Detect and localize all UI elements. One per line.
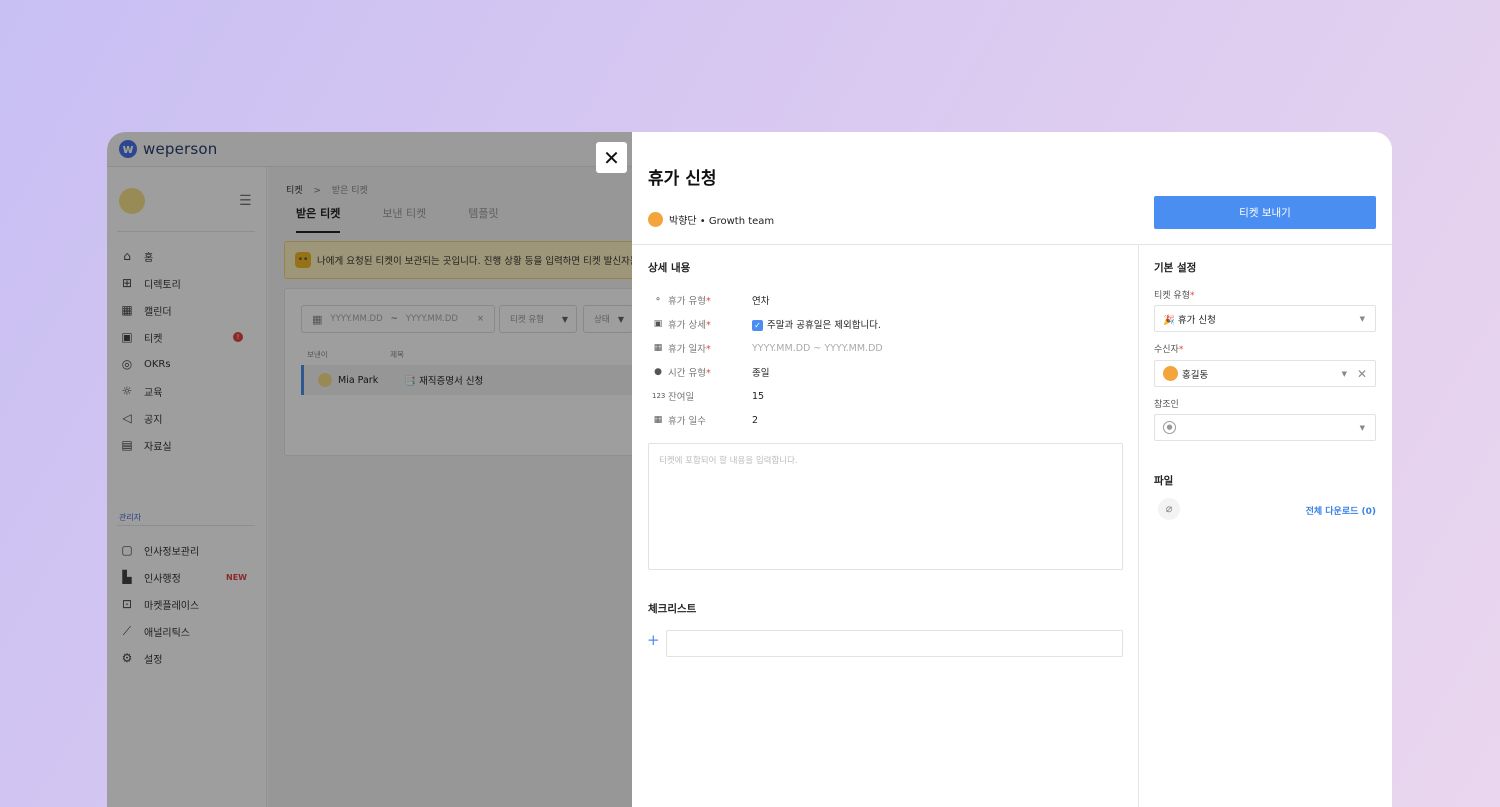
divider (632, 244, 1392, 245)
field-label-text: 잔여일 (668, 392, 695, 403)
recipient-label: 수신자* (1154, 342, 1183, 355)
page-title: 휴가 신청 (648, 169, 717, 189)
ticket-type-select[interactable]: 🎉 휴가 신청 ▼ (1154, 305, 1376, 332)
field-value[interactable]: 종일 (752, 365, 769, 379)
recipient-value: 홍길동 (1182, 369, 1209, 381)
field-label: 휴가 유형* (668, 293, 752, 307)
files-section-title: 파일 (1154, 475, 1174, 487)
divider (1138, 244, 1139, 807)
required-mark: * (705, 320, 711, 331)
cc-select[interactable]: ● ▼ (1154, 414, 1376, 441)
field-value: 15 (752, 390, 765, 402)
required-mark: * (705, 368, 711, 379)
ticket-type-label: 티켓 유형* (1154, 288, 1194, 301)
calendar-icon: ▦ (653, 343, 663, 353)
required-mark: * (705, 296, 711, 307)
chevron-down-icon: ▼ (1359, 314, 1365, 323)
chevron-down-icon: ▼ (1359, 423, 1365, 432)
field-label: 휴가 일자* (668, 341, 752, 355)
user-icon: ● (1163, 421, 1176, 434)
send-ticket-button[interactable]: 티켓 보내기 (1154, 196, 1376, 229)
recipient-select[interactable]: 홍길동 ▼ ✕ (1154, 360, 1376, 387)
download-all-link[interactable]: 전체 다운로드 (0) (1276, 504, 1376, 517)
date-range-input[interactable]: YYYY.MM.DD ~ YYYY.MM.DD (752, 343, 883, 354)
check-icon: ✓ (752, 320, 763, 331)
avatar (1163, 366, 1178, 381)
field-label: 휴가 일수 (668, 413, 752, 427)
ticket-type-label-text: 티켓 유형 (1154, 291, 1190, 301)
paperclip-icon[interactable]: ⌀ (1158, 498, 1180, 520)
field-label-text: 휴가 유형 (668, 296, 706, 307)
field-time-type: ● 시간 유형* 종일 (652, 364, 769, 380)
required-mark: * (1189, 291, 1195, 301)
required-mark: * (705, 344, 711, 355)
field-remaining-days: 123 잔여일 15 (652, 388, 764, 404)
required-mark: * (1178, 345, 1184, 355)
field-leave-detail: ▣ 휴가 상세* ✓ 주말과 공휴일은 제외합니다. (652, 316, 881, 332)
details-section-title: 상세 내용 (648, 262, 691, 274)
ticket-drawer: 휴가 신청 박향단 • Growth team 티켓 보내기 상세 내용 ⚬ 휴… (632, 132, 1392, 807)
author-text: 박향단 • Growth team (669, 216, 775, 227)
close-button[interactable]: ✕ (596, 142, 627, 173)
field-label: 휴가 상세* (668, 317, 752, 331)
modal-backdrop[interactable] (107, 132, 632, 807)
field-label-text: 시간 유형 (668, 368, 706, 379)
chevron-down-icon: ▼ (1341, 369, 1347, 378)
ticket-type-value: 🎉 휴가 신청 (1163, 314, 1216, 326)
field-label: 잔여일 (668, 389, 752, 403)
recipient-label-text: 수신자 (1154, 345, 1179, 355)
type-icon: ⚬ (654, 295, 662, 305)
clear-icon[interactable]: ✕ (1357, 367, 1367, 381)
checkbox-label: 주말과 공휴일은 제외합니다. (767, 320, 881, 331)
field-label-text: 휴가 일수 (668, 416, 706, 427)
add-checklist-button[interactable]: + (647, 631, 660, 649)
field-value[interactable]: 연차 (752, 293, 769, 307)
checklist-title: 체크리스트 (648, 603, 697, 615)
content-placeholder: 티켓에 포함되어 할 내용을 입력합니다. (659, 456, 798, 466)
content-textarea[interactable]: 티켓에 포함되어 할 내용을 입력합니다. (648, 443, 1123, 570)
field-leave-type: ⚬ 휴가 유형* 연차 (652, 292, 769, 308)
author-info: 박향단 • Growth team (648, 212, 774, 227)
avatar (648, 212, 663, 227)
field-value: 2 (752, 414, 759, 426)
cc-label: 참조인 (1154, 400, 1179, 410)
settings-section-title: 기본 설정 (1154, 262, 1197, 274)
exclude-holidays-checkbox[interactable]: ✓ 주말과 공휴일은 제외합니다. (752, 317, 881, 331)
field-label-text: 휴가 일자 (668, 344, 706, 355)
field-label: 시간 유형* (668, 365, 752, 379)
field-label-text: 휴가 상세 (668, 320, 706, 331)
calendar-check-icon: ▣ (653, 319, 663, 329)
number-icon: 123 (652, 392, 666, 400)
field-leave-dates: ▦ 휴가 일자* YYYY.MM.DD ~ YYYY.MM.DD (652, 340, 883, 356)
close-icon: ✕ (603, 145, 620, 170)
field-leave-days: ▦ 휴가 일수 2 (652, 412, 758, 428)
calendar-days-icon: ▦ (653, 415, 663, 425)
clock-icon: ● (654, 367, 662, 377)
checklist-input[interactable] (666, 630, 1123, 657)
